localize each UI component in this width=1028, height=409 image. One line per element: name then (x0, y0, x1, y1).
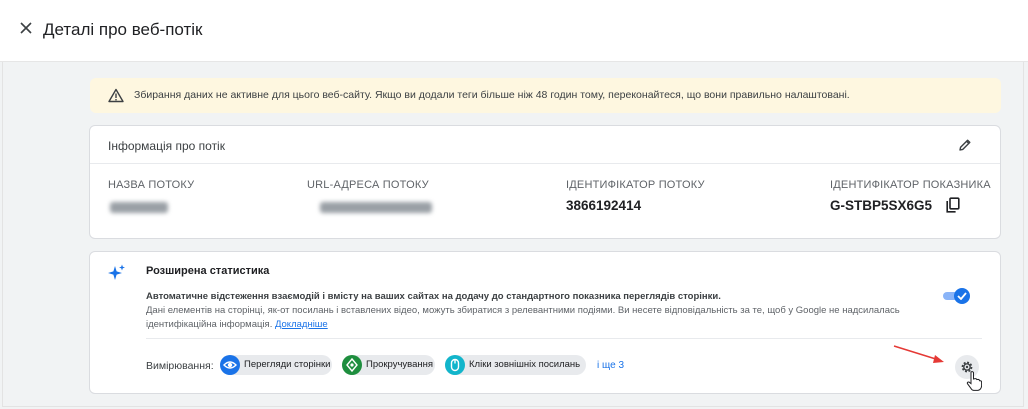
card-divider (146, 338, 982, 339)
warning-banner: Збирання даних не активне для цього веб-… (90, 78, 1001, 113)
copy-icon[interactable] (946, 197, 960, 213)
warning-icon (108, 88, 124, 103)
close-icon[interactable] (18, 20, 34, 36)
enhanced-description-tail-text: ідентифікаційна інформація. (146, 319, 273, 330)
stream-info-card: Інформація про потік НАЗВА ПОТОКУ URL-АД… (89, 125, 1001, 239)
hand-cursor-icon (966, 371, 982, 391)
chip-outbound-clicks[interactable]: Кліки зовнішніх посилань (445, 355, 586, 375)
chip-label: Кліки зовнішніх посилань (469, 359, 581, 370)
stream-id-label: ІДЕНТИФІКАТОР ПОТОКУ (566, 179, 705, 191)
stream-url-value-redacted (320, 202, 432, 213)
card-divider (90, 163, 1000, 164)
measurement-id-label: ІДЕНТИФІКАТОР ПОКАЗНИКА (830, 179, 991, 191)
measurements-label: Вимірювання: (146, 360, 214, 372)
toggle-knob (954, 288, 970, 304)
learn-more-link[interactable]: Докладніше (275, 319, 328, 330)
eye-icon (220, 355, 240, 375)
enhanced-description-tail: ідентифікаційна інформація. Докладніше (146, 319, 328, 330)
stream-name-label: НАЗВА ПОТОКУ (108, 179, 195, 191)
page-title: Деталі про веб-потік (43, 20, 203, 39)
stream-name-value-redacted (110, 202, 168, 213)
red-arrow-annotation (893, 345, 944, 363)
edit-pencil-icon[interactable] (958, 138, 972, 152)
chip-page-views[interactable]: Перегляди сторінки (220, 355, 332, 375)
scroll-icon (342, 355, 362, 375)
enhanced-measurement-card: Розширена статистика Автоматичне відстеж… (89, 251, 1001, 394)
stream-id-value: 3866192414 (566, 198, 642, 213)
page-header: Деталі про веб-потік (0, 0, 1028, 62)
check-icon (957, 292, 967, 300)
chip-label: Прокручування (366, 359, 434, 370)
more-measurements-link[interactable]: і ще 3 (597, 360, 624, 371)
stream-url-label: URL-АДРЕСА ПОТОКУ (307, 179, 429, 191)
stream-info-title: Інформація про потік (108, 139, 225, 153)
enhanced-description-detail: Дані елементів на сторінці, як-от посила… (146, 305, 900, 316)
warning-text: Збирання даних не активне для цього веб-… (134, 89, 850, 101)
chip-scrolls[interactable]: Прокручування (342, 355, 435, 375)
mouse-icon (445, 355, 465, 375)
measurement-id-value: G-STBP5SX6G5 (830, 198, 933, 213)
enhanced-measurement-toggle[interactable] (943, 288, 970, 304)
chip-label: Перегляди сторінки (244, 359, 331, 370)
enhanced-description: Автоматичне відстеження взаємодій і вміс… (146, 291, 721, 302)
sparkle-icon (108, 264, 125, 280)
enhanced-title: Розширена статистика (146, 265, 270, 277)
